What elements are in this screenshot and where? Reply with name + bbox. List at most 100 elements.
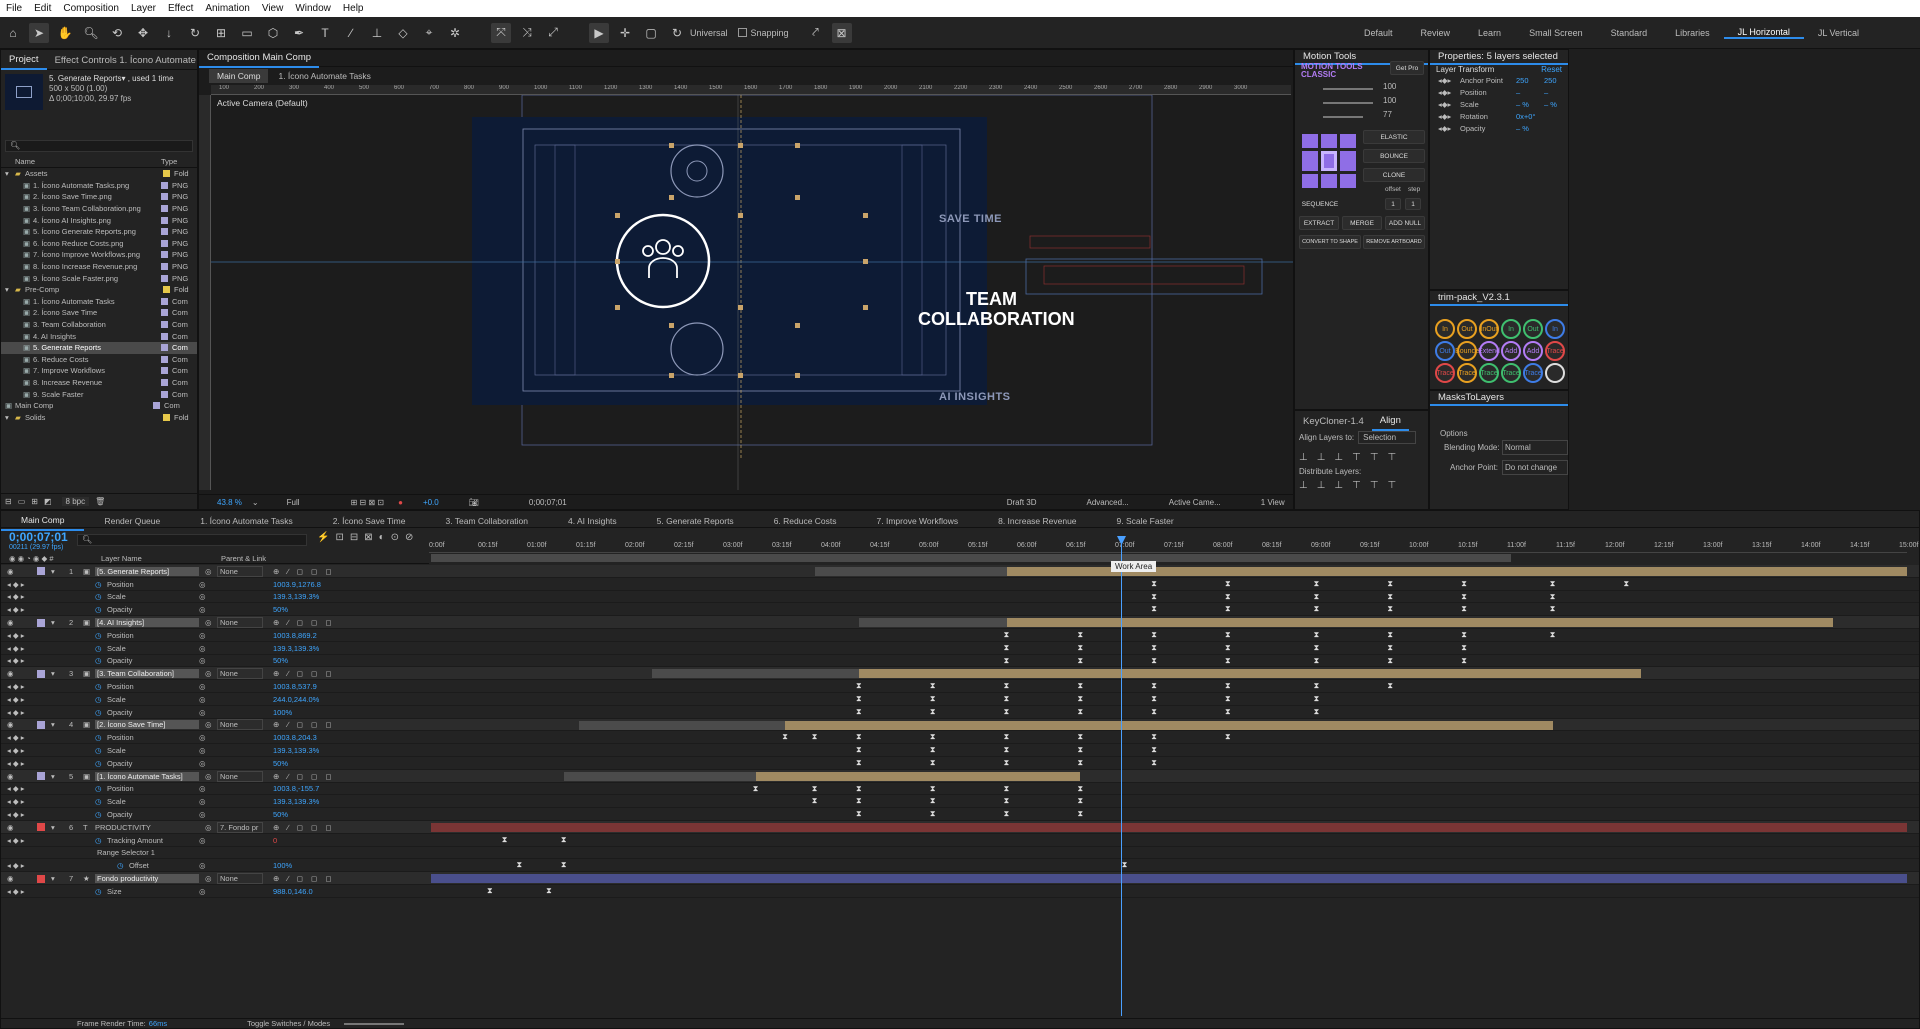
expression-pickwhip[interactable]: ◎ <box>199 810 273 819</box>
expand-chevron-icon[interactable]: ▾ <box>51 669 61 678</box>
anchor-point-select[interactable]: Do not change <box>1502 460 1568 475</box>
eye-icon[interactable]: ◉ <box>7 669 37 678</box>
slider-1-value[interactable]: 100 <box>1383 82 1396 91</box>
keyframe-icon[interactable]: ⧗ <box>1225 604 1231 614</box>
keyframe-icon[interactable]: ⧗ <box>812 784 818 794</box>
project-item[interactable]: ▣ Main Comp Com <box>1 400 197 412</box>
property-value[interactable]: 50% <box>273 605 288 614</box>
dolly-camera-icon[interactable]: ↓ <box>159 23 179 43</box>
trim-button[interactable]: In <box>1435 319 1455 339</box>
align-to-select[interactable]: Selection <box>1358 431 1417 444</box>
brush-tool-icon[interactable]: ∕ <box>341 23 361 43</box>
property-row[interactable]: ◂◆▸ Anchor Point 250 250 <box>1430 74 1568 86</box>
playhead[interactable] <box>1121 536 1122 1016</box>
property-row[interactable]: ◂ ◆ ▸ ◷ Scale ◎ 139.3,139.3% ⧗ ⧗ ⧗ ⧗ ⧗ ⧗ ⧗ <box>1 642 1919 655</box>
trim-button[interactable] <box>1545 363 1565 383</box>
property-value[interactable]: 139.3,139.3% <box>273 644 319 653</box>
label-color[interactable] <box>37 874 45 883</box>
keyframe-icon[interactable]: ⧗ <box>856 809 862 819</box>
keyframe-icon[interactable]: ⧗ <box>856 732 862 742</box>
label-color[interactable] <box>161 263 168 271</box>
keyframe-icon[interactable]: ⧗ <box>1550 579 1556 589</box>
keyframe-nav[interactable]: ◂ ◆ ▸ <box>7 861 43 870</box>
property-row[interactable]: ◂ ◆ ▸ ◷ Opacity ◎ 50% ⧗ ⧗ ⧗ ⧗ <box>1 808 1919 821</box>
keyframe-nav[interactable]: ◂ ◆ ▸ <box>7 592 43 601</box>
trim-button[interactable]: Out <box>1435 341 1455 361</box>
project-item[interactable]: ▣ 6. Ícono Reduce Costs.png PNG <box>1 238 197 250</box>
timeline-tab[interactable]: 5. Generate Reports <box>637 511 754 531</box>
blend-mode-select[interactable]: Normal <box>1502 440 1568 455</box>
keyframe-nav[interactable]: ◂ ◆ ▸ <box>7 733 43 742</box>
project-item[interactable]: ▣ 5. Generate Reports Com <box>1 341 197 354</box>
property-value-1[interactable]: 250 <box>1516 76 1544 85</box>
zoom-slider[interactable] <box>344 1022 405 1025</box>
parent-select[interactable]: None <box>217 617 263 629</box>
keyframe-icon[interactable]: ⧗ <box>856 694 862 704</box>
keyframe-icon[interactable]: ⧗ <box>1004 656 1010 666</box>
eye-icon[interactable]: ◉ <box>7 567 37 576</box>
snapping-checkbox[interactable] <box>737 28 747 37</box>
layer-trimmed-bar[interactable] <box>652 669 860 679</box>
eraser-tool-icon[interactable]: ◇ <box>393 23 413 43</box>
anchor-grid[interactable] <box>1302 134 1356 188</box>
merge-button[interactable]: MERGE <box>1342 216 1382 230</box>
property-row[interactable]: ◂ ◆ ▸ ◷ Tracking Amount ◎ 0 ⧗ ⧗ <box>1 834 1919 847</box>
keyframe-icon[interactable]: ⧗ <box>1314 707 1320 717</box>
property-row[interactable]: ◂ ◆ ▸ ◷ Offset ◎ 100% ⧗ ⧗ ⧗ <box>1 859 1919 873</box>
layer-duration-bar[interactable] <box>431 823 1907 832</box>
menu-view[interactable]: View <box>256 3 290 14</box>
keyframe-icon[interactable]: ⧗ <box>1314 630 1320 640</box>
chevron-down-icon[interactable]: ▾ <box>5 169 15 178</box>
property-value[interactable]: 1003.8,869.2 <box>273 631 317 640</box>
keyframe-icon[interactable]: ⧗ <box>1225 643 1231 653</box>
keyframe-icon[interactable]: ⧗ <box>1225 579 1231 589</box>
keyframe-icon[interactable]: ⧗ <box>812 732 818 742</box>
keyframe-icon[interactable]: ⧗ <box>1151 707 1157 717</box>
menu-composition[interactable]: Composition <box>57 3 125 14</box>
stopwatch-icon[interactable]: ◂◆▸ <box>1438 112 1460 121</box>
project-item[interactable]: ▣ 3. Ícono Team Collaboration.png PNG <box>1 203 197 215</box>
trim-button[interactable]: Add <box>1523 341 1543 361</box>
timeline-tab[interactable]: 3. Team Collaboration <box>425 511 548 531</box>
keyframe-icon[interactable]: ⧗ <box>930 758 936 768</box>
sequence-button[interactable]: SEQUENCE <box>1299 198 1341 211</box>
parent-select[interactable]: None <box>217 873 263 885</box>
keyframe-icon[interactable]: ⧗ <box>1077 694 1083 704</box>
workspace-small-screen[interactable]: Small Screen <box>1515 28 1597 38</box>
menu-help[interactable]: Help <box>337 3 370 14</box>
expression-pickwhip[interactable]: ◎ <box>199 580 273 589</box>
keyframe-icon[interactable]: ⧗ <box>1387 604 1393 614</box>
keyframe-nav[interactable]: ◂ ◆ ▸ <box>7 656 43 665</box>
new-folder-icon[interactable]: ▭ <box>18 497 26 506</box>
layer-name[interactable]: [5. Generate Reports] <box>95 566 199 576</box>
eye-icon[interactable]: ◉ <box>7 618 37 627</box>
folder-item[interactable]: ▾ ▰ Solids Fold <box>1 411 197 423</box>
parent-select[interactable]: None <box>217 668 263 680</box>
layer-row[interactable]: ◉ ▾ 5 ▣ [1. Ícono Automate Tasks] ◎ None ⊕ ∕ ◻ … <box>1 769 1919 783</box>
keyframe-nav[interactable]: ◂ ◆ ▸ <box>7 631 43 640</box>
keyframe-icon[interactable]: ⧗ <box>1151 758 1157 768</box>
project-item[interactable]: ▣ 7. Ícono Improve Workflows.png PNG <box>1 249 197 261</box>
keyframe-icon[interactable]: ⧗ <box>856 784 862 794</box>
keyframe-icon[interactable]: ⧗ <box>1550 592 1556 602</box>
timeline-search-input[interactable]: 🔍︎ <box>77 534 307 546</box>
expression-pickwhip[interactable]: ◎ <box>199 836 273 845</box>
keyframe-icon[interactable]: ⧗ <box>1077 656 1083 666</box>
layer-name[interactable]: [1. Ícono Automate Tasks] <box>95 771 199 781</box>
property-row[interactable]: ◂ ◆ ▸ ◷ Opacity ◎ 50% ⧗ ⧗ ⧗ ⧗ ⧗ <box>1 757 1919 770</box>
layer-name[interactable]: [2. Ícono Save Time] <box>95 720 199 730</box>
keyframe-icon[interactable]: ⧗ <box>1004 643 1010 653</box>
keyframe-icon[interactable]: ⧗ <box>856 796 862 806</box>
keyframe-icon[interactable]: ⧗ <box>487 886 493 896</box>
expression-pickwhip[interactable]: ◎ <box>199 759 273 768</box>
project-item[interactable]: ▣ 8. Increase Revenue Com <box>1 377 197 389</box>
layer-row[interactable]: ◉ ▾ 3 ▣ [3. Team Collaboration] ◎ None ⊕ ∕ ◻ ◻ … <box>1 667 1919 681</box>
property-value[interactable]: 0 <box>273 836 277 845</box>
keyframe-nav[interactable]: ◂ ◆ ▸ <box>7 695 43 704</box>
label-color[interactable] <box>161 332 168 340</box>
expand-chevron-icon[interactable]: ▾ <box>51 823 61 832</box>
keyframe-icon[interactable]: ⧗ <box>782 732 788 742</box>
keyframe-icon[interactable]: ⧗ <box>1151 579 1157 589</box>
stopwatch-icon[interactable]: ◷ <box>95 836 107 845</box>
keyframe-icon[interactable]: ⧗ <box>1151 681 1157 691</box>
